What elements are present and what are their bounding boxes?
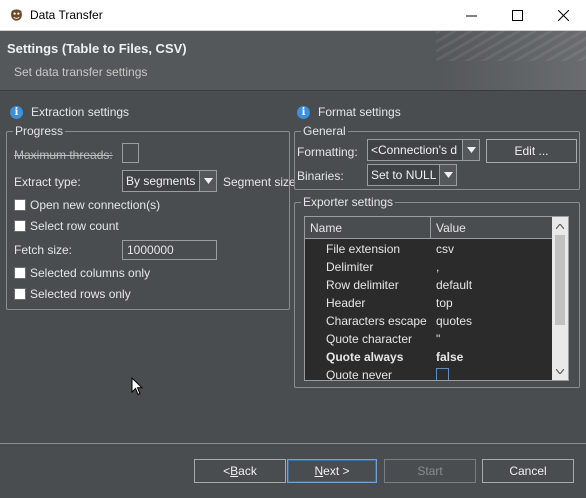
close-button[interactable]: [540, 0, 586, 31]
column-header-value[interactable]: Value: [436, 221, 466, 235]
formatting-label: Formatting:: [297, 145, 358, 159]
exporter-settings-label: Exporter settings: [303, 195, 394, 209]
format-settings-label: Format settings: [318, 105, 401, 119]
property-name: File extension: [326, 242, 401, 256]
checkbox-box: [14, 220, 26, 232]
chevron-down-icon: [462, 140, 479, 160]
extract-type-select[interactable]: By segments: [122, 170, 217, 192]
table-row[interactable]: Quote character ": [305, 330, 553, 348]
max-threads-label: Maximum threads:: [14, 148, 113, 162]
page-subtitle: Set data transfer settings: [14, 65, 148, 79]
property-value[interactable]: ": [436, 332, 440, 346]
checkbox-box: [14, 199, 26, 211]
maximize-button[interactable]: [494, 0, 540, 31]
property-name: Header: [326, 296, 366, 310]
table-row[interactable]: Row delimiter default: [305, 276, 553, 294]
vertical-scrollbar[interactable]: [552, 217, 568, 380]
edit-formatting-button[interactable]: Edit ...: [486, 139, 577, 163]
general-group-label: General: [303, 124, 346, 138]
table-row[interactable]: Quote always false: [305, 348, 553, 366]
column-divider[interactable]: [430, 217, 431, 239]
property-value[interactable]: false: [436, 350, 463, 364]
minimize-button[interactable]: [448, 0, 494, 31]
binaries-value: Set to NULL: [371, 168, 437, 182]
fetch-size-input[interactable]: 1000000: [122, 240, 217, 260]
property-name: Quote never: [326, 368, 393, 381]
column-header-name[interactable]: Name: [310, 221, 342, 235]
footer-divider: [0, 443, 586, 444]
checkbox-box: [14, 288, 26, 300]
checkbox-box: [14, 267, 26, 279]
property-name: Quote character: [326, 332, 413, 346]
scrollbar-thumb[interactable]: [555, 235, 565, 325]
selected-rows-only-checkbox[interactable]: Selected rows only: [14, 287, 131, 301]
header-decoration: [436, 31, 586, 61]
start-button[interactable]: Start: [384, 459, 476, 483]
info-icon: i: [10, 105, 23, 119]
table-row[interactable]: File extension csv: [305, 240, 553, 258]
selected-columns-only-label: Selected columns only: [30, 266, 151, 280]
progress-group-label: Progress: [15, 124, 64, 138]
close-icon: [557, 10, 569, 21]
table-row[interactable]: Delimiter ,: [305, 258, 553, 276]
extract-type-value: By segments: [126, 174, 196, 188]
window-title: Data Transfer: [30, 8, 103, 22]
select-row-count-checkbox[interactable]: Select row count: [14, 219, 119, 233]
cancel-button[interactable]: Cancel: [482, 459, 574, 483]
info-icon: i: [297, 105, 310, 119]
title-bar: Data Transfer: [0, 0, 586, 31]
exporter-settings-table[interactable]: Name Value File extension csv Delimiter …: [304, 216, 569, 381]
table-row[interactable]: Header top: [305, 294, 553, 312]
table-header: Name Value: [305, 217, 553, 239]
scroll-down-button[interactable]: [552, 363, 568, 379]
selected-columns-only-checkbox[interactable]: Selected columns only: [14, 266, 150, 280]
chevron-up-icon: [556, 223, 564, 229]
property-value[interactable]: default: [436, 278, 472, 292]
property-value[interactable]: csv: [436, 242, 454, 256]
extraction-settings-heading: i Extraction settings: [10, 105, 129, 119]
property-value[interactable]: [436, 368, 453, 380]
dbeaver-app-icon: [11, 9, 22, 21]
fetch-size-label: Fetch size:: [14, 243, 73, 257]
formatting-value: <Connection's d: [371, 143, 458, 157]
max-threads-input[interactable]: [122, 143, 139, 163]
property-name: Characters escape: [326, 314, 427, 328]
property-value[interactable]: top: [436, 296, 453, 310]
formatting-select[interactable]: <Connection's d: [367, 139, 480, 161]
binaries-label: Binaries:: [297, 169, 344, 183]
format-settings-heading: i Format settings: [297, 105, 401, 119]
wizard-header: Settings (Table to Files, CSV) Set data …: [0, 31, 586, 91]
open-new-connection-checkbox[interactable]: Open new connection(s): [14, 198, 160, 212]
table-row[interactable]: Quote never: [305, 366, 553, 381]
property-name: Quote always: [326, 350, 404, 364]
table-row[interactable]: Characters escape quotes: [305, 312, 553, 330]
minimize-icon: [465, 15, 477, 17]
chevron-down-icon: [439, 165, 456, 185]
property-value[interactable]: ,: [436, 260, 439, 274]
page-title: Settings (Table to Files, CSV): [7, 41, 187, 56]
property-name: Delimiter: [326, 260, 374, 274]
quote-never-checkbox[interactable]: [436, 368, 449, 380]
extraction-settings-label: Extraction settings: [31, 105, 130, 119]
back-button[interactable]: < Back: [194, 459, 286, 483]
property-value[interactable]: quotes: [436, 314, 472, 328]
open-new-connection-label: Open new connection(s): [30, 198, 161, 212]
scroll-up-button[interactable]: [552, 218, 568, 234]
next-button[interactable]: Next >: [287, 459, 377, 483]
mouse-cursor-icon: [131, 377, 143, 396]
property-name: Row delimiter: [326, 278, 399, 292]
extract-type-label: Extract type:: [14, 175, 81, 189]
selected-rows-only-label: Selected rows only: [30, 287, 131, 301]
segment-size-label: Segment size: [223, 175, 296, 189]
binaries-select[interactable]: Set to NULL: [367, 164, 457, 186]
chevron-down-icon: [199, 171, 216, 191]
maximize-icon: [511, 10, 523, 21]
chevron-down-icon: [556, 368, 564, 374]
select-row-count-label: Select row count: [30, 219, 119, 233]
